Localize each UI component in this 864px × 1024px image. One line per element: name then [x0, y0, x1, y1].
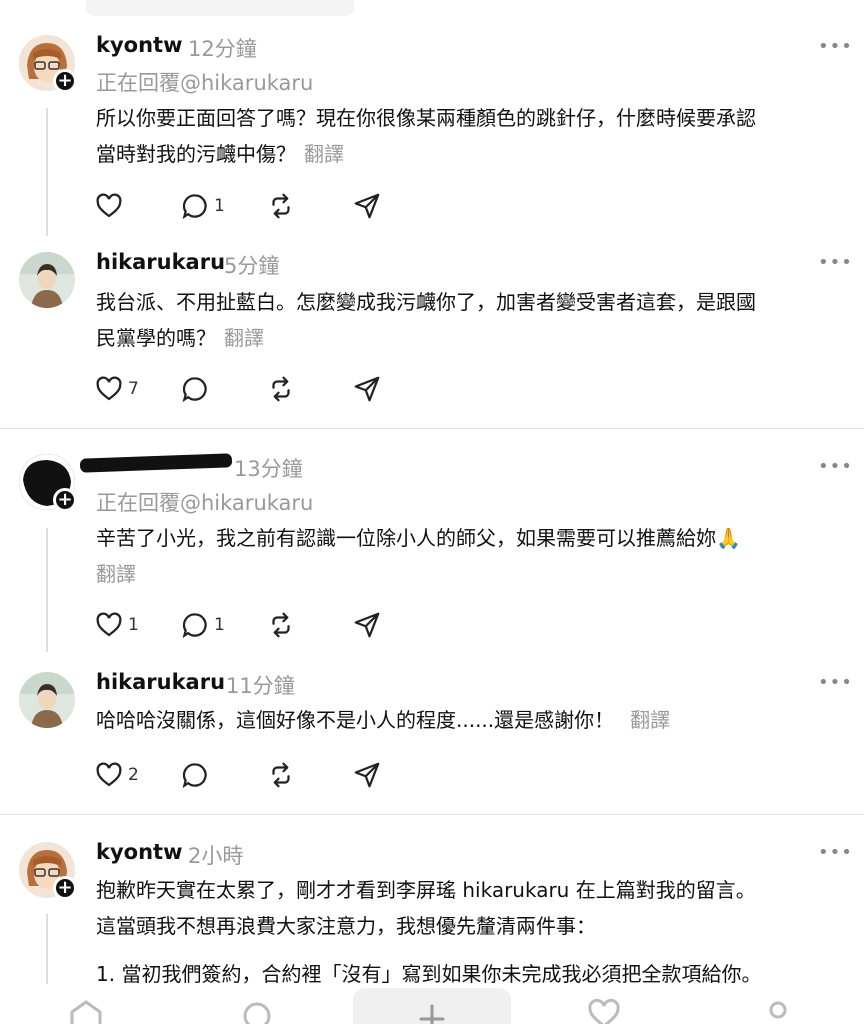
- post-body-line: 所以你要正面回答了嗎？現在你很像某兩種顏色的跳針仔，什麼時候要承認: [96, 106, 756, 130]
- more-options-icon[interactable]: •••: [818, 252, 853, 273]
- heart-icon: [96, 376, 122, 401]
- post-body-line: 這當頭我不想再浪費大家注意力，我想優先釐清兩件事：: [96, 914, 596, 938]
- repost-icon: [272, 376, 290, 402]
- post-body-line: 民黨學的嗎？: [96, 326, 216, 350]
- post-time: 5分鐘: [224, 254, 280, 278]
- share-icon: [354, 376, 380, 402]
- like-button[interactable]: 7: [94, 374, 180, 404]
- more-options-icon[interactable]: •••: [818, 842, 853, 863]
- post-body-line: 辛苦了小光，我之前有認識一位除小人的師父，如果需要可以推薦給妳🙏: [96, 526, 741, 550]
- like-button[interactable]: 2: [94, 760, 180, 790]
- post-actions: 1: [94, 190, 438, 222]
- top-bar-remnant: [86, 0, 354, 16]
- repost-button[interactable]: [266, 610, 352, 640]
- avatar[interactable]: [19, 252, 75, 308]
- thread-line: [46, 528, 48, 652]
- repost-button[interactable]: [266, 374, 352, 404]
- share-icon: [354, 762, 380, 788]
- heart-icon: [96, 612, 122, 637]
- thread-line: [46, 108, 48, 236]
- post-body-line: 1. 當初我們簽約，合約裡「沒有」寫到如果你未完成我必須把全款項給你。: [96, 962, 762, 986]
- translate-link[interactable]: 翻譯: [224, 326, 264, 350]
- replying-to[interactable]: 正在回覆@hikarukaru: [96, 67, 313, 97]
- post-time: 12分鐘: [188, 37, 257, 61]
- post-actions: 2: [94, 759, 438, 791]
- thread-divider: [0, 428, 864, 429]
- post-actions: 7: [94, 373, 438, 405]
- post-time: 2小時: [188, 844, 244, 868]
- translate-link[interactable]: 翻譯: [304, 142, 344, 166]
- repost-icon: [272, 612, 290, 638]
- translate-link[interactable]: 翻譯: [96, 556, 856, 592]
- share-icon: [354, 193, 380, 219]
- like-button[interactable]: [94, 191, 180, 221]
- post-body: 抱歉昨天實在太累了，剛才才看到李屏瑤 hikarukaru 在上篇對我的留言。 …: [96, 872, 856, 992]
- like-button[interactable]: 1: [94, 610, 180, 640]
- comment-icon: [182, 377, 207, 403]
- post-username[interactable]: hikarukaru: [96, 670, 225, 694]
- comment-icon: [182, 194, 207, 220]
- post-username[interactable]: kyontw: [96, 840, 182, 864]
- post-body-line: 抱歉昨天實在太累了，剛才才看到李屏瑤 hikarukaru 在上篇對我的留言。: [96, 878, 756, 902]
- heart-icon: [96, 193, 122, 218]
- share-button[interactable]: [352, 191, 438, 221]
- like-count: 2: [128, 765, 139, 785]
- repost-icon: [272, 762, 290, 788]
- share-button[interactable]: [352, 610, 438, 640]
- comment-button[interactable]: 1: [180, 191, 266, 221]
- activity-icon[interactable]: [584, 996, 624, 1024]
- avatar[interactable]: [19, 672, 75, 728]
- search-icon[interactable]: [238, 996, 278, 1024]
- post-username[interactable]: kyontw: [96, 33, 182, 57]
- post-time: 13分鐘: [234, 457, 303, 481]
- like-count: 7: [128, 379, 139, 399]
- share-button[interactable]: [352, 760, 438, 790]
- repost-button[interactable]: [266, 191, 352, 221]
- redacted-username: [79, 453, 233, 473]
- post-body: 我台派、不用扯藍白。怎麼變成我污衊你了，加害者變受害者這套，是跟國 民黨學的嗎？…: [96, 284, 856, 356]
- comment-count: 1: [214, 615, 225, 635]
- follow-plus-icon[interactable]: +: [53, 69, 77, 93]
- comment-button[interactable]: 1: [180, 610, 266, 640]
- home-icon[interactable]: [66, 996, 106, 1024]
- comment-button[interactable]: [180, 374, 266, 404]
- repost-button[interactable]: [266, 760, 352, 790]
- post-actions: 1 1: [94, 609, 438, 641]
- post-body: 所以你要正面回答了嗎？現在你很像某兩種顏色的跳針仔，什麼時候要承認 當時對我的污…: [96, 100, 856, 172]
- comment-count: 1: [214, 196, 225, 216]
- follow-plus-icon[interactable]: +: [53, 876, 77, 900]
- share-button[interactable]: [352, 374, 438, 404]
- translate-link[interactable]: 翻譯: [630, 708, 670, 732]
- post-time: 11分鐘: [226, 674, 295, 698]
- comment-button[interactable]: [180, 760, 266, 790]
- profile-icon[interactable]: [758, 996, 798, 1024]
- post-body: 辛苦了小光，我之前有認識一位除小人的師父，如果需要可以推薦給妳🙏 翻譯: [96, 520, 856, 592]
- thread-divider: [0, 814, 864, 815]
- like-count: 1: [128, 615, 139, 635]
- post-username[interactable]: hikarukaru: [96, 250, 225, 274]
- comment-icon: [182, 613, 207, 639]
- post-body-line: 當時對我的污衊中傷？: [96, 142, 296, 166]
- more-options-icon[interactable]: •••: [818, 672, 853, 693]
- comment-icon: [182, 763, 207, 789]
- compose-icon: [419, 1004, 445, 1024]
- compose-button[interactable]: [353, 988, 511, 1024]
- replying-to[interactable]: 正在回覆@hikarukaru: [96, 487, 313, 517]
- post-body-line: 哈哈哈沒關係，這個好像不是小人的程度......還是感謝你！: [96, 708, 615, 732]
- thread-line: [46, 914, 48, 984]
- heart-icon: [96, 762, 122, 787]
- post-body: 哈哈哈沒關係，這個好像不是小人的程度......還是感謝你！ 翻譯: [96, 702, 856, 738]
- bottom-nav: [0, 988, 864, 1024]
- post-body-line: 我台派、不用扯藍白。怎麼變成我污衊你了，加害者變受害者這套，是跟國: [96, 290, 756, 314]
- repost-icon: [272, 193, 290, 219]
- more-options-icon[interactable]: •••: [818, 456, 853, 477]
- share-icon: [354, 612, 380, 638]
- follow-plus-icon[interactable]: +: [53, 488, 77, 512]
- more-options-icon[interactable]: •••: [818, 36, 853, 57]
